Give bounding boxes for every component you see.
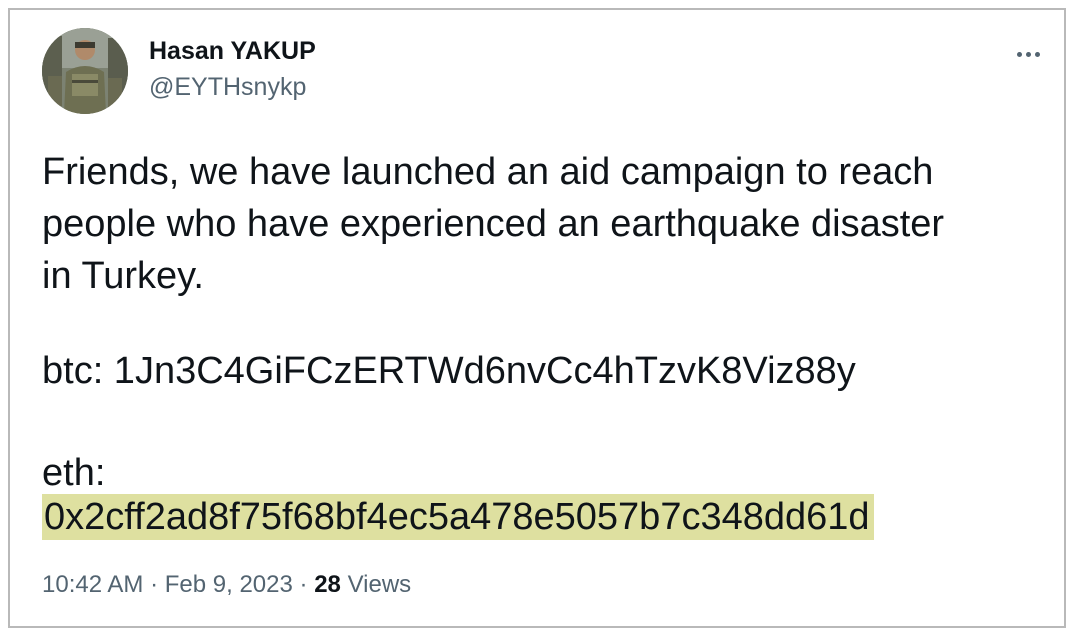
- meta-separator: ·: [150, 571, 159, 598]
- author-handle[interactable]: @EYTHsnykp: [149, 73, 306, 102]
- tweet-time[interactable]: 10:42 AM: [42, 571, 143, 598]
- tweet-text-line: Friends, we have launched an aid campaig…: [42, 151, 934, 193]
- views-label: Views: [347, 571, 412, 598]
- eth-label: eth:: [42, 452, 106, 494]
- btc-address-line: btc: 1Jn3C4GiFCzERTWd6nvCc4hTzvK8Viz88y: [42, 350, 856, 392]
- tweet-date[interactable]: Feb 9, 2023: [165, 571, 293, 598]
- tweet-text-line: people who have experienced an earthquak…: [42, 203, 945, 245]
- more-options-button[interactable]: [1010, 44, 1046, 64]
- author-avatar[interactable]: [42, 28, 128, 114]
- tweet-text-line: in Turkey.: [42, 255, 204, 297]
- views-count: 28: [314, 571, 341, 598]
- more-horizontal-icon-dot: [1016, 51, 1022, 57]
- eth-address-highlighted: 0x2cff2ad8f75f68bf4ec5a478e5057b7c348dd6…: [42, 494, 874, 540]
- more-horizontal-icon-dot: [1025, 51, 1031, 57]
- meta-separator: ·: [299, 571, 308, 598]
- user-avatar-photo-icon: [42, 28, 128, 114]
- more-horizontal-icon-dot: [1034, 51, 1040, 57]
- tweet-meta: 10:42 AM · Feb 9, 2023 · 28 Views: [42, 571, 411, 599]
- tweet-card: Hasan YAKUP @EYTHsnykp Friends, we have …: [8, 8, 1066, 628]
- author-name[interactable]: Hasan YAKUP: [149, 37, 316, 66]
